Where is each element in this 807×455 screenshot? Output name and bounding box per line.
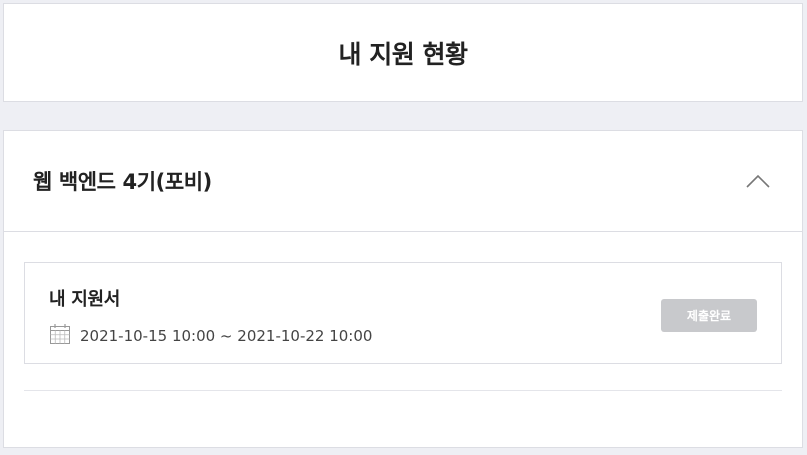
submitted-status-button[interactable]: 제출완료 xyxy=(661,299,757,332)
calendar-icon xyxy=(49,323,71,349)
page-title: 내 지원 현황 xyxy=(338,39,468,69)
period-text: 2021-10-15 10:00 ~ 2021-10-22 10:00 xyxy=(80,327,373,345)
application-title: 내 지원서 xyxy=(49,289,121,310)
page-header: 내 지원 현황 xyxy=(3,3,803,102)
application-item[interactable]: 내 지원서 2021-10-15 10:00 ~ 2021-10-22 10:0… xyxy=(24,262,782,364)
divider xyxy=(24,390,782,391)
application-period: 2021-10-15 10:00 ~ 2021-10-22 10:00 xyxy=(49,323,372,349)
recruitment-section: 웹 백엔드 4기(포비) 내 지원서 2021-10-15 10:00 ~ 20… xyxy=(3,130,803,448)
section-title: 웹 백엔드 4기(포비) xyxy=(33,170,212,194)
chevron-up-icon[interactable] xyxy=(742,165,774,197)
section-header[interactable]: 웹 백엔드 4기(포비) xyxy=(4,131,802,232)
